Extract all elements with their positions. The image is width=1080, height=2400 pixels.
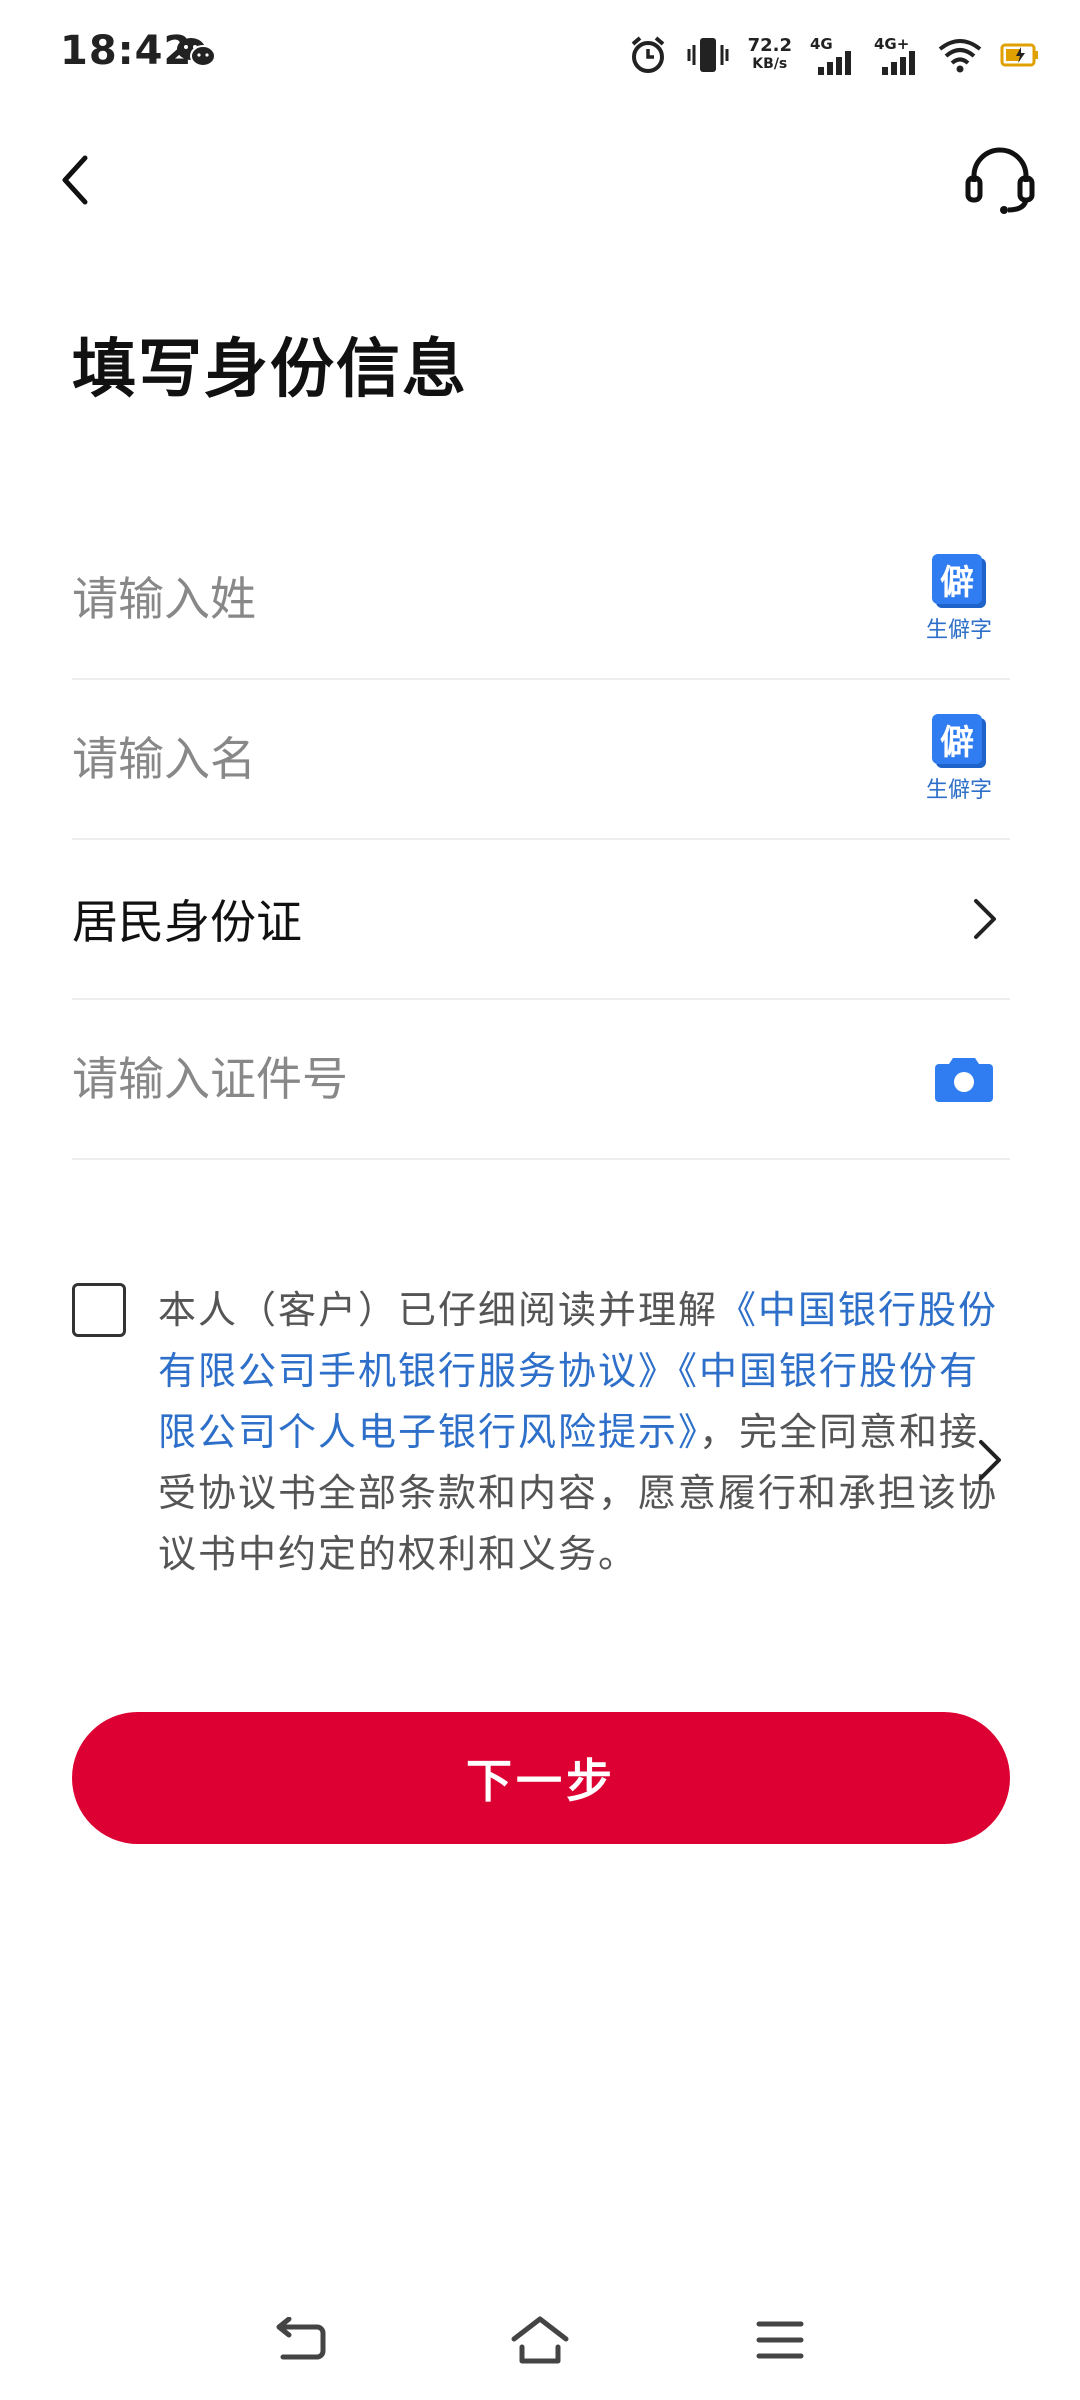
system-menu-button[interactable] (740, 2300, 820, 2380)
signal-icon (818, 51, 851, 75)
speed-unit: KB/s (752, 56, 788, 72)
page-title: 填写身份信息 (72, 333, 468, 407)
network-speed: 72.2 KB/s (748, 37, 792, 73)
id-type-chevron (960, 889, 1010, 949)
next-button[interactable]: 下一步 (72, 1712, 1010, 1844)
back-button[interactable] (40, 140, 110, 220)
top-nav (0, 130, 1080, 230)
id-number-input[interactable] (72, 1000, 924, 1158)
customer-service-button[interactable] (960, 140, 1040, 220)
rare-char-button-surname[interactable]: 僻 生僻字 (914, 554, 1004, 644)
headset-icon (965, 147, 1035, 214)
speed-value: 72.2 (747, 35, 792, 56)
surname-row: 僻 生僻字 (72, 520, 1010, 680)
battery-icon (1000, 43, 1038, 67)
camera-icon (935, 1058, 993, 1102)
scan-id-button[interactable] (924, 1044, 1004, 1114)
status-time: 18:42 (60, 28, 193, 74)
status-icons: 72.2 KB/s 4G 4G+ (628, 30, 1040, 80)
wechat-icon (177, 38, 216, 67)
rare-char-icon: 僻 (932, 714, 986, 768)
id-type-selector[interactable]: 居民身份证 (72, 840, 1010, 1000)
chevron-left-icon (62, 155, 88, 205)
signal-icon (882, 51, 915, 75)
wifi-icon (938, 39, 982, 73)
id-type-value: 居民身份证 (72, 895, 302, 949)
given-name-input[interactable] (72, 680, 914, 838)
given-name-row: 僻 生僻字 (72, 680, 1010, 840)
rare-char-badge: 僻 (932, 714, 982, 764)
home-icon (511, 2316, 569, 2364)
surname-input[interactable] (72, 520, 914, 678)
signal-4g: 4G (810, 35, 856, 75)
alarm-icon (631, 36, 664, 73)
rare-char-button-given-name[interactable]: 僻 生僻字 (914, 714, 1004, 804)
back-nav-icon (276, 2317, 326, 2360)
system-nav-bar (0, 2300, 1080, 2400)
vibrate-icon (687, 38, 729, 72)
system-back-button[interactable] (260, 2300, 340, 2380)
rare-char-badge: 僻 (932, 554, 982, 604)
signal-4gplus: 4G+ (874, 35, 920, 75)
status-bar: 18:42 72.2 KB/s 4G 4G+ (0, 0, 1080, 110)
agreement-text-before: 本人（客户）已仔细阅读并理解 (158, 1288, 719, 1332)
menu-icon (756, 2321, 804, 2359)
chevron-right-icon (979, 1440, 1001, 1480)
system-home-button[interactable] (500, 2300, 580, 2380)
rare-char-label: 生僻字 (925, 618, 992, 643)
id-number-row (72, 1000, 1010, 1160)
agreement-checkbox[interactable] (72, 1283, 126, 1337)
rare-char-label: 生僻字 (925, 778, 992, 803)
agreement-text: 本人（客户）已仔细阅读并理解《中国银行股份有限公司手机银行服务协议》《中国银行股… (158, 1280, 1008, 1585)
agreement-detail-button[interactable] (970, 1430, 1010, 1490)
identity-form: 僻 生僻字 僻 生僻字 居民身份证 (72, 520, 1010, 1160)
chevron-right-icon (974, 899, 996, 939)
rare-char-icon: 僻 (932, 554, 986, 608)
